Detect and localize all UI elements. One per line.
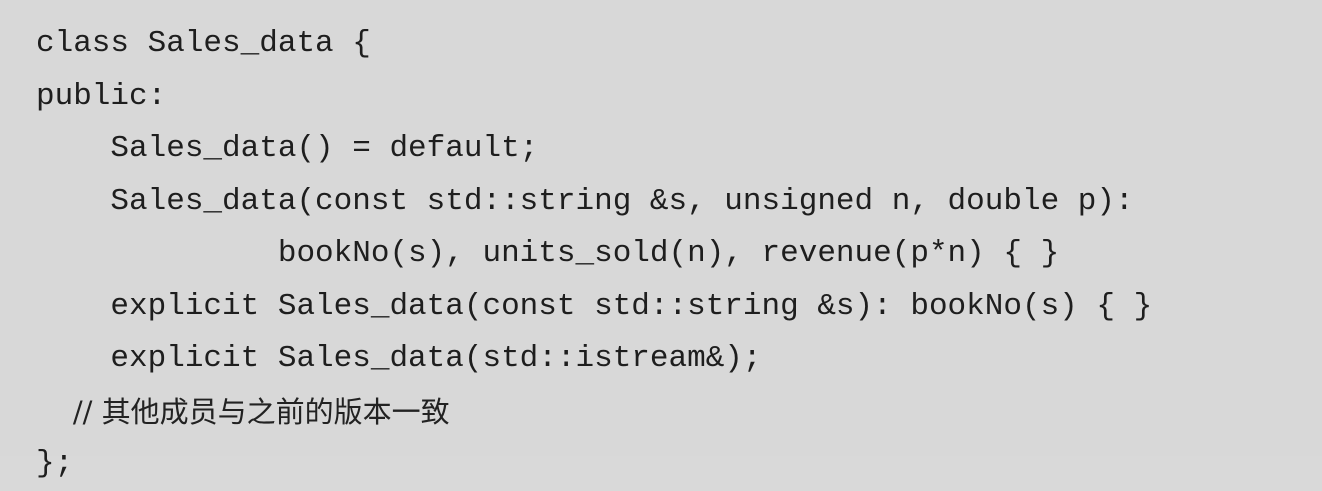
code-line-three-arg-constructor: Sales_data(const std::string &s, unsigne… bbox=[36, 183, 1134, 219]
code-line-public-label: public: bbox=[36, 78, 167, 114]
code-line-initializer-list: bookNo(s), units_sold(n), revenue(p*n) {… bbox=[36, 236, 1060, 271]
code-listing: class Sales_data { public: Sales_data() … bbox=[0, 0, 1322, 481]
code-line-comment: // 其他成员与之前的版本一致 bbox=[36, 394, 450, 429]
code-line-explicit-string-constructor: explicit Sales_data(const std::string &s… bbox=[36, 288, 1153, 324]
code-line-explicit-istream-constructor: explicit Sales_data(std::istream&); bbox=[36, 341, 762, 376]
code-line-class-end: }; bbox=[36, 446, 74, 481]
code-line-class-declaration: class Sales_data { bbox=[36, 26, 371, 61]
code-line-default-constructor: Sales_data() = default; bbox=[36, 131, 539, 166]
